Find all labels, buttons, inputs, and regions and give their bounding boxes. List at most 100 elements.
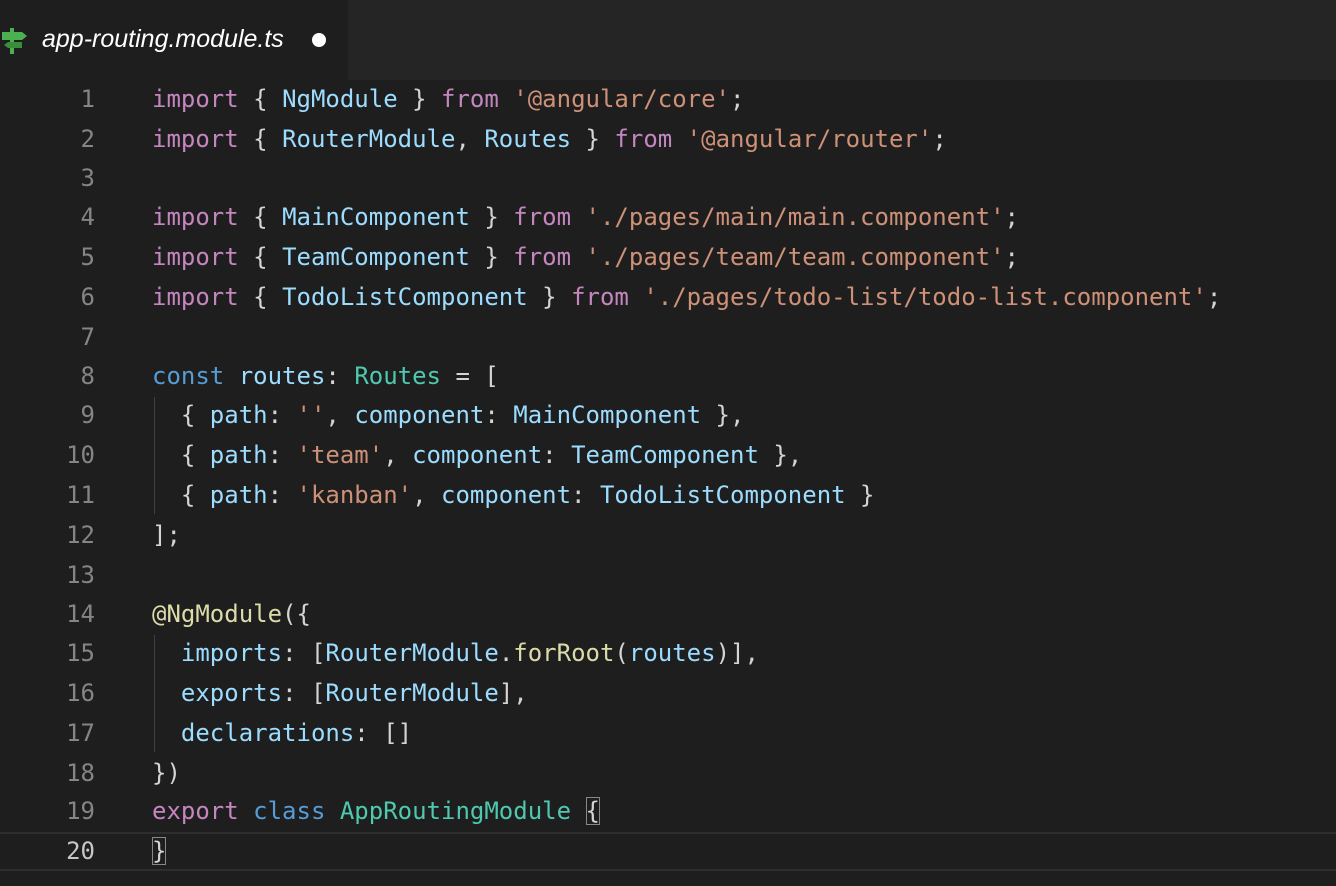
code-token: : <box>267 441 297 469</box>
code-token: : <box>267 481 297 509</box>
code-token: from <box>513 243 572 271</box>
code-line[interactable]: 6 import { TodoListComponent } from './pa… <box>0 278 1336 317</box>
code-token: { <box>238 203 283 231</box>
code-text: @NgModule({ <box>152 595 311 634</box>
code-token: routes <box>628 639 716 667</box>
line-number: 2 <box>80 125 95 153</box>
code-line[interactable]: 16 exports: [RouterModule], <box>0 674 1336 713</box>
code-line[interactable]: 13 <box>0 556 1336 595</box>
code-token: declarations <box>180 719 355 747</box>
line-number: 14 <box>66 600 95 628</box>
code-line[interactable]: 1 import { NgModule } from '@angular/core… <box>0 80 1336 119</box>
code-token: TeamComponent <box>571 441 759 469</box>
line-number: 6 <box>80 283 95 311</box>
code-line[interactable]: 3 <box>0 159 1336 198</box>
code-line[interactable]: 5 import { TeamComponent } from './pages/… <box>0 238 1336 277</box>
code-token: : [ <box>282 639 326 667</box>
code-line[interactable]: 17 declarations: [] <box>0 714 1336 753</box>
code-token: component <box>412 441 543 469</box>
code-token: from <box>441 85 499 113</box>
code-token: TodoListComponent <box>599 481 846 509</box>
code-token: from <box>614 125 673 153</box>
code-editor[interactable]: 1 import { NgModule } from '@angular/core… <box>0 80 1336 886</box>
code-token: RouterModule <box>325 679 499 707</box>
code-token: path <box>209 441 268 469</box>
code-token: ; <box>730 85 745 113</box>
code-token: export <box>152 797 239 825</box>
code-token: from <box>513 203 572 231</box>
code-token: }, <box>701 401 745 429</box>
code-token: { <box>238 125 283 153</box>
line-number: 11 <box>66 481 95 509</box>
code-line[interactable]: 14 @NgModule({ <box>0 595 1336 634</box>
tab-title: app-routing.module.ts <box>42 25 284 53</box>
code-line[interactable]: 9 { path: '', component: MainComponent }… <box>0 396 1336 435</box>
tab-bar: app-routing.module.ts <box>0 0 1336 80</box>
code-line[interactable]: 15 imports: [RouterModule.forRoot(routes… <box>0 634 1336 673</box>
code-text: import { MainComponent } from './pages/m… <box>152 198 1019 237</box>
code-token: : <box>325 362 355 390</box>
line-number: 5 <box>80 243 95 271</box>
code-token: @NgModule <box>152 600 283 628</box>
code-line[interactable]: 7 <box>0 318 1336 357</box>
code-token: path <box>209 481 268 509</box>
code-text: ]; <box>152 516 181 555</box>
code-token: from <box>571 283 629 311</box>
code-token: = [ <box>441 362 499 390</box>
line-number: 15 <box>66 639 95 667</box>
code-line[interactable]: 18}) <box>0 754 1336 793</box>
code-token: RouterModule <box>282 125 456 153</box>
code-token: class <box>253 797 326 825</box>
code-text: { path: '', component: MainComponent }, <box>152 396 745 435</box>
code-line[interactable]: 4 import { MainComponent } from './pages/… <box>0 198 1336 237</box>
code-line[interactable]: 12]; <box>0 516 1336 555</box>
code-text: export class AppRoutingModule { <box>152 792 600 831</box>
code-line[interactable]: 2 import { RouterModule, Routes } from '@… <box>0 120 1336 159</box>
code-line[interactable]: 8 const routes: Routes = [ <box>0 357 1336 396</box>
code-token: './pages/todo-list/todo-list.component' <box>643 283 1207 311</box>
unsaved-dot-icon[interactable] <box>312 33 326 47</box>
code-token: MainComponent <box>513 401 702 429</box>
code-text: import { NgModule } from '@angular/core'… <box>152 80 744 119</box>
code-token: AppRoutingModule <box>339 797 572 825</box>
code-token: , <box>325 401 355 429</box>
code-token: import <box>152 85 239 113</box>
code-token: routes <box>238 362 326 390</box>
line-number: 13 <box>66 561 95 589</box>
code-text: import { TodoListComponent } from './pag… <box>152 278 1221 317</box>
line-number: 20 <box>66 837 95 865</box>
code-line[interactable]: 10 { path: 'team', component: TeamCompon… <box>0 436 1336 475</box>
code-text: { path: 'team', component: TeamComponent… <box>152 436 802 475</box>
code-token: { <box>152 441 210 469</box>
line-number: 12 <box>66 521 95 549</box>
code-token: component <box>354 401 485 429</box>
routing-file-icon <box>2 28 27 54</box>
code-token: TodoListComponent <box>282 283 528 311</box>
code-text: const routes: Routes = [ <box>152 357 499 396</box>
code-text: import { TeamComponent } from './pages/t… <box>152 238 1019 277</box>
code-token: }) <box>152 759 181 787</box>
code-line[interactable]: 11 { path: 'kanban', component: TodoList… <box>0 476 1336 515</box>
code-token: { <box>238 283 283 311</box>
code-token: '' <box>296 401 326 429</box>
code-token: import <box>152 203 239 231</box>
code-token: , <box>383 441 413 469</box>
code-token: : <box>484 401 514 429</box>
code-line[interactable]: 19 export class AppRoutingModule { <box>0 792 1336 831</box>
code-token: 'kanban' <box>296 481 413 509</box>
line-number: 9 <box>80 401 95 429</box>
code-token: exports <box>180 679 283 707</box>
code-token: } <box>527 283 572 311</box>
code-token: Routes <box>354 362 442 390</box>
code-line[interactable]: 20} <box>0 832 1336 871</box>
code-token: ; <box>1004 203 1019 231</box>
line-number: 10 <box>66 441 95 469</box>
editor-tab[interactable]: app-routing.module.ts <box>0 0 348 80</box>
code-token: ; <box>932 125 947 153</box>
